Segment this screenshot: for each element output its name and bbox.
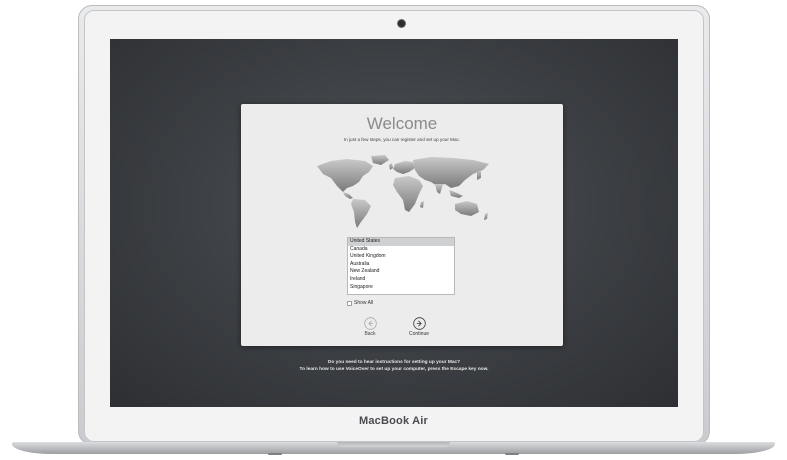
show-all-toggle[interactable]: Show All — [347, 299, 373, 307]
camera-icon — [398, 20, 405, 27]
world-map-icon — [317, 155, 489, 228]
voiceover-question: Do you need to hear instructions for set… — [327, 360, 461, 365]
list-item[interactable]: United States — [348, 238, 454, 246]
laptop-foot — [268, 453, 282, 455]
setup-assistant-window: Welcome In just a few steps, you can reg… — [241, 104, 563, 346]
list-item[interactable]: Australia — [348, 261, 454, 269]
brand-label: MacBook Air — [358, 415, 429, 427]
continue-arrow-icon — [412, 317, 426, 330]
list-item[interactable]: United Kingdom — [348, 253, 454, 261]
list-item[interactable]: Singapore — [348, 284, 454, 292]
list-item[interactable]: Canada — [348, 246, 454, 254]
lid-notch — [337, 442, 450, 447]
voiceover-hint: To learn how to use VoiceOver to set up … — [299, 367, 489, 372]
back-button[interactable]: Back — [355, 317, 385, 337]
welcome-title: Welcome — [366, 114, 438, 133]
voiceover-instructions: Do you need to hear instructions for set… — [110, 359, 678, 373]
show-all-checkbox[interactable] — [347, 300, 352, 306]
show-all-label: Show All — [354, 300, 374, 306]
welcome-subtitle: In just a few steps, you can register an… — [343, 137, 461, 142]
country-list[interactable]: United States Canada United Kingdom Aust… — [347, 237, 455, 295]
back-label: Back — [364, 331, 376, 337]
list-item[interactable]: Ireland — [348, 276, 454, 284]
continue-button[interactable]: Continue — [404, 317, 434, 337]
continue-label: Continue — [408, 331, 429, 337]
laptop-foot — [505, 453, 519, 455]
back-arrow-icon — [363, 317, 377, 330]
list-item[interactable]: New Zealand — [348, 268, 454, 276]
